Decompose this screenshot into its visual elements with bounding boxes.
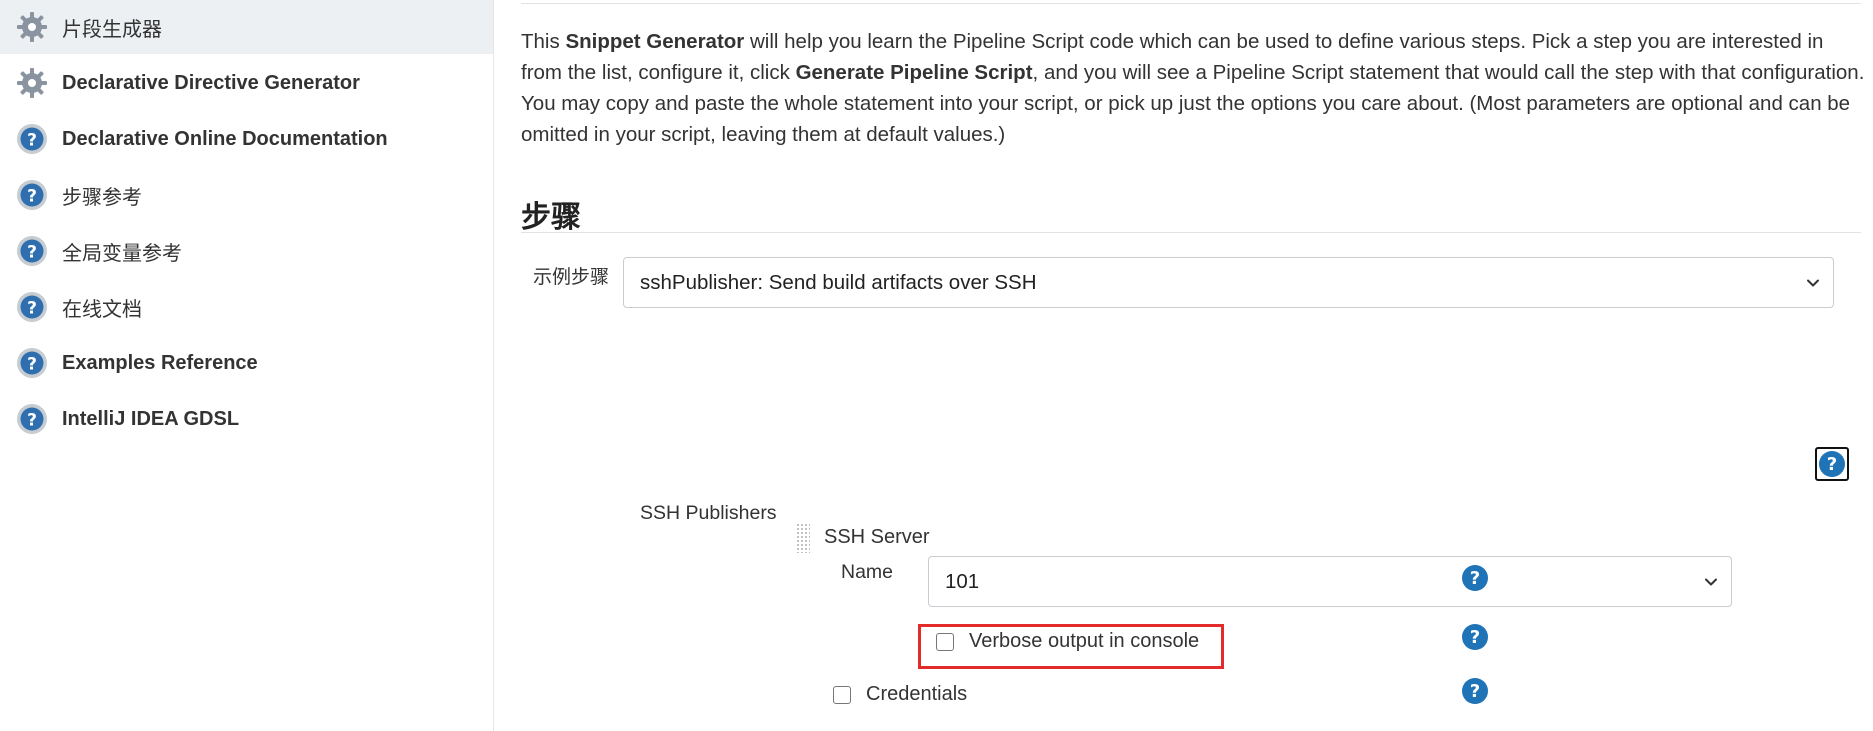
sidebar-item-online-documentation[interactable]: ? 在线文档 xyxy=(0,280,493,334)
sample-step-selected-value: sshPublisher: Send build artifacts over … xyxy=(640,270,1037,294)
main-content: This Snippet Generator will help you lea… xyxy=(495,0,1873,731)
credentials-option[interactable]: Credentials xyxy=(833,683,967,706)
help-icon: ? xyxy=(14,121,50,157)
sidebar-item-label: Declarative Online Documentation xyxy=(62,127,388,150)
sidebar-item-declarative-online-documentation[interactable]: ? Declarative Online Documentation xyxy=(0,112,493,166)
verbose-output-checkbox[interactable] xyxy=(936,632,954,651)
help-icon: ? xyxy=(1462,624,1488,650)
sidebar-item-label: 全局变量参考 xyxy=(62,242,182,265)
sidebar-item-snippet-generator[interactable]: 片段生成器 xyxy=(0,0,493,54)
intro-snippet-generator-bold: Snippet Generator xyxy=(565,30,745,53)
help-icon: ? xyxy=(14,233,50,269)
svg-text:?: ? xyxy=(27,131,37,151)
ssh-server-label: SSH Server xyxy=(824,526,930,548)
sample-step-help-button[interactable]: ? xyxy=(1815,447,1849,481)
verbose-output-option[interactable]: Verbose output in console xyxy=(936,630,1199,653)
sidebar-item-label: IntelliJ IDEA GDSL xyxy=(62,407,240,430)
credentials-label: Credentials xyxy=(866,683,968,705)
name-help-button[interactable]: ? xyxy=(1462,565,1488,591)
gear-icon xyxy=(14,65,50,101)
credentials-help-button[interactable]: ? xyxy=(1462,678,1488,704)
sidebar-item-label: Examples Reference xyxy=(62,351,258,374)
svg-text:?: ? xyxy=(27,243,37,263)
intro-text: This Snippet Generator will help you lea… xyxy=(521,26,1866,150)
chevron-down-icon xyxy=(1807,279,1819,286)
svg-text:?: ? xyxy=(27,411,37,431)
ssh-publishers-label: SSH Publishers xyxy=(640,502,777,524)
sidebar: 片段生成器 Declarative Directive Generator ? … xyxy=(0,0,494,731)
drag-handle[interactable] xyxy=(796,523,810,553)
credentials-checkbox[interactable] xyxy=(833,685,851,704)
chevron-down-icon xyxy=(1705,578,1717,585)
help-icon: ? xyxy=(14,401,50,437)
help-icon: ? xyxy=(1462,565,1488,591)
svg-text:?: ? xyxy=(27,355,37,375)
sidebar-item-examples-reference[interactable]: ? Examples Reference xyxy=(0,336,493,390)
divider xyxy=(521,3,1861,4)
sample-step-label: 示例步骤 xyxy=(533,267,610,288)
verbose-help-button[interactable]: ? xyxy=(1462,624,1488,650)
sidebar-item-label: 片段生成器 xyxy=(62,18,162,41)
name-label: Name xyxy=(841,561,894,583)
sidebar-item-label: 步骤参考 xyxy=(62,186,142,209)
sidebar-item-step-reference[interactable]: ? 步骤参考 xyxy=(0,168,493,222)
sidebar-item-label: Declarative Directive Generator xyxy=(62,71,360,94)
sidebar-item-global-variable-reference[interactable]: ? 全局变量参考 xyxy=(0,224,493,278)
intro-text-part: This xyxy=(521,30,566,53)
intro-generate-pipeline-script-bold: Generate Pipeline Script xyxy=(795,61,1033,84)
help-icon: ? xyxy=(14,289,50,325)
sidebar-item-label: 在线文档 xyxy=(62,298,142,321)
sidebar-item-declarative-directive-generator[interactable]: Declarative Directive Generator xyxy=(0,56,493,110)
ssh-server-name-value: 101 xyxy=(945,569,980,593)
sample-step-select[interactable]: sshPublisher: Send build artifacts over … xyxy=(623,257,1834,308)
divider xyxy=(521,232,1861,233)
steps-section-title: 步骤 xyxy=(521,201,581,234)
svg-text:?: ? xyxy=(27,299,37,319)
help-icon: ? xyxy=(1819,451,1845,477)
jenkins-snippet-generator-page: 片段生成器 Declarative Directive Generator ? … xyxy=(0,0,1873,731)
gear-icon xyxy=(14,9,50,45)
sidebar-item-intellij-idea-gdsl[interactable]: ? IntelliJ IDEA GDSL xyxy=(0,392,493,446)
svg-text:?: ? xyxy=(27,187,37,207)
help-icon: ? xyxy=(1462,678,1488,704)
help-icon: ? xyxy=(14,345,50,381)
ssh-server-name-select[interactable]: 101 xyxy=(928,556,1732,607)
verbose-output-label: Verbose output in console xyxy=(969,630,1200,652)
help-icon: ? xyxy=(14,177,50,213)
